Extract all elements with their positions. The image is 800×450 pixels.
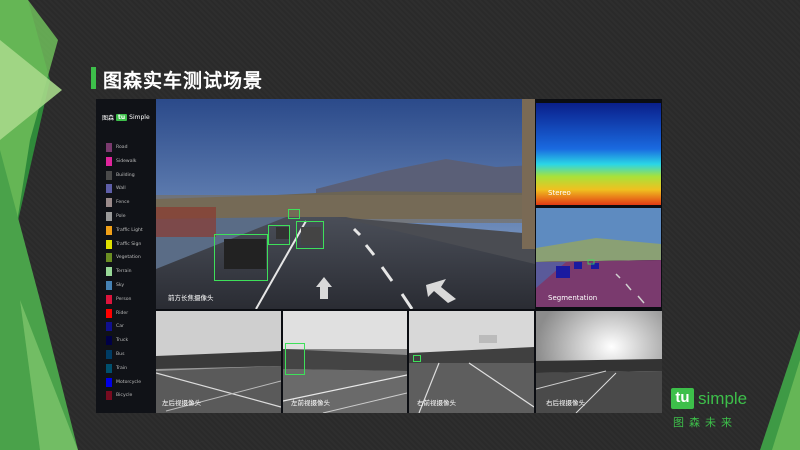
legend-label: Traffic Sign xyxy=(116,241,142,247)
legend-label: Vegetation xyxy=(116,255,141,261)
legend-swatch xyxy=(106,391,112,401)
legend-item: Traffic Sign xyxy=(106,239,142,249)
legend-swatch xyxy=(106,294,112,304)
legend-item: Fence xyxy=(106,198,130,208)
legend-swatch xyxy=(106,377,112,387)
bottom-camera-label: 左后视摄像头 xyxy=(162,399,201,407)
legend-swatch xyxy=(106,239,112,249)
legend-label: Building xyxy=(116,172,135,178)
legend-swatch xyxy=(106,281,112,290)
legend-logo-tu: tu xyxy=(116,114,128,121)
legend-swatch xyxy=(106,350,112,359)
legend-label: Bus xyxy=(116,352,125,357)
legend-swatch xyxy=(106,336,112,346)
legend-item: Motorcycle xyxy=(106,377,142,387)
legend-label: Truck xyxy=(116,338,129,344)
legend-label: Sidewalk xyxy=(116,158,137,164)
brand-logo-tu: tu xyxy=(671,388,694,409)
legend-item: Car xyxy=(106,322,124,332)
front-telephoto-camera-view: 前方长焦摄像头 xyxy=(156,99,535,309)
front-camera-label: 前方长焦摄像头 xyxy=(168,294,214,302)
legend-item: Sky xyxy=(106,281,124,290)
legend-swatch xyxy=(106,184,112,194)
left-rear-camera-view: 左后视摄像头 xyxy=(156,311,281,413)
legend-swatch xyxy=(106,322,112,332)
legend-swatch xyxy=(106,156,112,166)
front-camera-scene xyxy=(156,99,535,309)
legend-item: Bus xyxy=(106,350,124,359)
legend-item: Vegetation xyxy=(106,253,141,263)
legend-item: Train xyxy=(106,363,128,373)
detection-box xyxy=(285,343,305,375)
legend-item: Wall xyxy=(106,184,126,194)
legend-logo-simple: Simple xyxy=(129,114,150,121)
legend-item: Sidewalk xyxy=(106,156,137,166)
legend-label: Train xyxy=(116,365,128,371)
legend-label: Car xyxy=(116,324,124,330)
legend-label: Rider xyxy=(116,310,129,316)
segmentation-legend: 图森 tu Simple Road Sidewalk Building Wall Fen… xyxy=(96,99,156,413)
segmentation-label: Segmentation xyxy=(548,294,598,302)
detection-box xyxy=(214,234,268,281)
legend-swatch xyxy=(106,267,112,277)
segmentation-view: Segmentation xyxy=(536,208,661,307)
detection-box xyxy=(288,209,300,219)
legend-item: Terrain xyxy=(106,267,132,277)
legend-label: Pole xyxy=(116,214,126,219)
bottom-camera-label: 右后视摄像头 xyxy=(546,399,585,407)
legend-label: Road xyxy=(116,145,128,150)
legend-swatch xyxy=(106,143,112,152)
legend-swatch xyxy=(106,225,112,235)
legend-logo: 图森 tu Simple xyxy=(102,113,150,122)
right-front-camera-view: 右前视摄像头 xyxy=(409,311,534,413)
legend-item: Truck xyxy=(106,336,129,346)
legend-swatch xyxy=(106,198,112,208)
legend-item: Bicycle xyxy=(106,391,133,401)
legend-label: Traffic Light xyxy=(116,227,143,233)
page-title: 图森实车测试场景 xyxy=(103,70,264,92)
legend-swatch xyxy=(106,308,112,318)
legend-item: Road xyxy=(106,143,128,152)
legend-swatch xyxy=(106,363,112,373)
legend-label: Bicycle xyxy=(116,393,133,399)
legend-swatch xyxy=(106,170,112,180)
detection-box xyxy=(268,225,290,245)
bottom-camera-label: 左前视摄像头 xyxy=(291,399,330,407)
bottom-camera-label: 右前视摄像头 xyxy=(417,399,456,407)
legend-item: Pole xyxy=(106,212,126,221)
detection-box xyxy=(413,355,421,362)
right-rear-camera-view: 右后视摄像头 xyxy=(536,311,662,413)
detection-box xyxy=(296,221,324,249)
decorative-green-corner xyxy=(760,330,800,450)
segmentation-map xyxy=(536,208,661,307)
legend-item: Building xyxy=(106,170,135,180)
legend-label: Terrain xyxy=(116,269,132,275)
legend-label: Wall xyxy=(116,186,126,192)
legend-swatch xyxy=(106,253,112,263)
legend-label: Sky xyxy=(116,283,125,288)
stereo-depth-view: Stereo xyxy=(536,103,661,205)
legend-item: Traffic Light xyxy=(106,225,143,235)
legend-item: Rider xyxy=(106,308,129,318)
title-accent-bar xyxy=(91,67,96,89)
brand-logo-simple: simple xyxy=(698,389,748,408)
left-front-camera-view: 左前视摄像头 xyxy=(283,311,407,413)
legend-logo-cn: 图森 xyxy=(102,115,115,122)
legend-item: Person xyxy=(106,294,132,304)
camera-visualization-panel: 图森 tu Simple Road Sidewalk Building Wall Fen… xyxy=(96,99,662,413)
legend-label: Fence xyxy=(116,200,130,206)
brand-logo-cn: 图森未来 xyxy=(673,416,737,429)
legend-swatch xyxy=(106,212,112,221)
stereo-label: Stereo xyxy=(548,189,571,197)
legend-label: Motorcycle xyxy=(116,379,142,385)
legend-label: Person xyxy=(116,296,132,302)
